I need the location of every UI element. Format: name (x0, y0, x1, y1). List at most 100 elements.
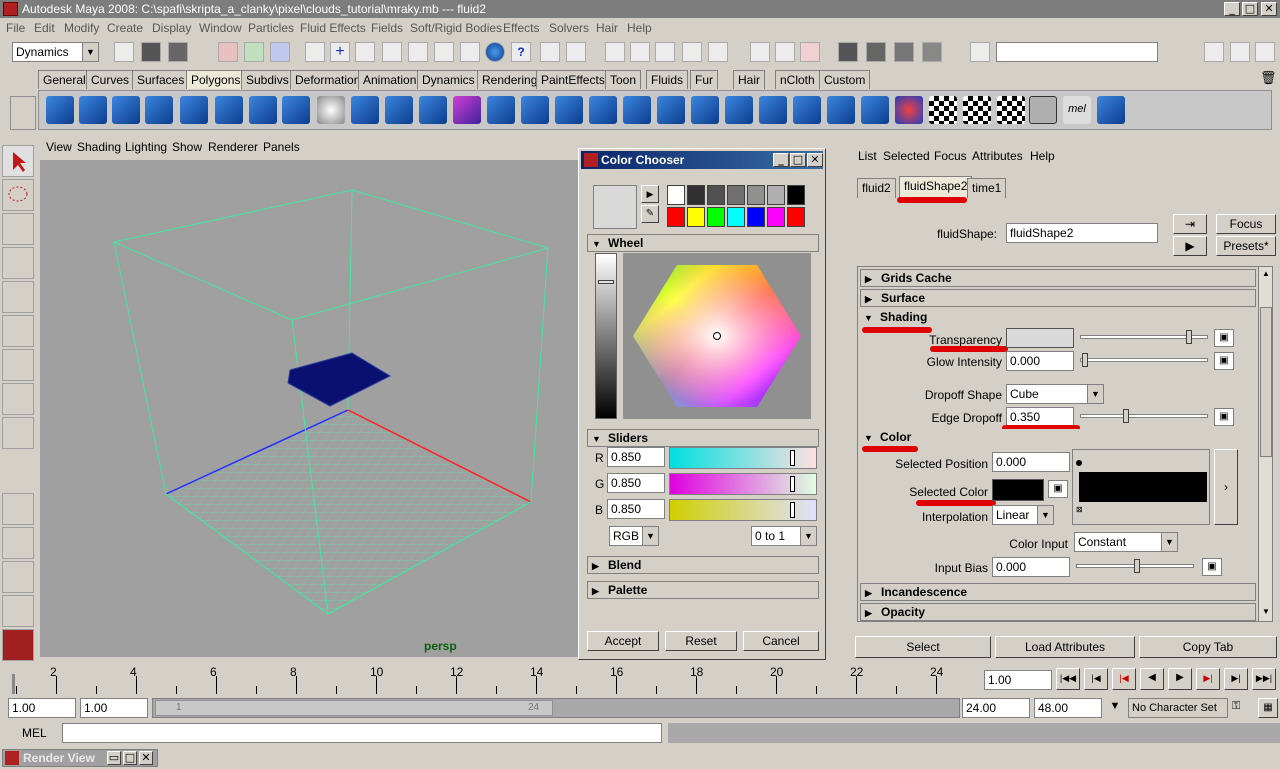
ipr-render-icon[interactable] (866, 42, 886, 62)
current-time-marker[interactable] (12, 674, 15, 694)
snap-grid-icon[interactable] (605, 42, 625, 62)
ae-menu-focus[interactable]: Focus (934, 149, 967, 163)
select-curves-icon[interactable] (408, 42, 428, 62)
g-value-field[interactable]: 0.850 (607, 473, 665, 493)
r-slider[interactable] (669, 447, 817, 469)
mirror-icon[interactable] (827, 96, 855, 124)
palette-swatch[interactable] (787, 207, 805, 227)
open-scene-icon[interactable] (141, 42, 161, 62)
mel-label[interactable]: MEL (22, 726, 47, 740)
select-hierarchy-icon[interactable] (218, 42, 238, 62)
color-chooser-titlebar[interactable]: Color Chooser _ □ ✕ (581, 151, 823, 169)
wedge-icon[interactable] (725, 96, 753, 124)
show-hide-channelbox-icon[interactable] (1255, 42, 1275, 62)
poly-prism-icon[interactable] (249, 96, 277, 124)
shelf-tab-rendering[interactable]: Rendering (477, 70, 543, 89)
range-dropdown[interactable]: 0 to 1 ▼ (751, 526, 817, 546)
range-slider-track[interactable]: 1 24 (152, 698, 960, 718)
step-back-frame-icon[interactable]: |◀ (1112, 668, 1136, 690)
show-hide-toolsettings-icon[interactable] (1230, 42, 1250, 62)
boolean-icon[interactable] (453, 96, 481, 124)
palette-swatch[interactable] (767, 185, 785, 205)
shelf-tab-animation[interactable]: Animation (358, 70, 422, 89)
palette-swatch[interactable] (747, 185, 765, 205)
vp-menu-panels[interactable]: Panels (263, 140, 300, 154)
ae-menu-selected[interactable]: Selected (883, 149, 930, 163)
four-pane-layout-icon[interactable] (2, 527, 34, 559)
mask-icon[interactable] (305, 42, 325, 62)
input-ops-icon[interactable] (750, 42, 770, 62)
r-slider-thumb[interactable] (790, 450, 795, 466)
select-joints-icon[interactable] (382, 42, 402, 62)
command-input[interactable] (62, 723, 662, 743)
menu-fields[interactable]: Fields (371, 21, 403, 35)
step-back-key-icon[interactable]: |◀ (1084, 668, 1108, 690)
palette-swatch[interactable] (787, 185, 805, 205)
accept-button[interactable]: Accept (587, 631, 659, 651)
output-ops-icon[interactable] (775, 42, 795, 62)
select-all-icon[interactable]: + (330, 42, 350, 62)
menu-solvers[interactable]: Solvers (549, 21, 589, 35)
input-bias-field[interactable]: 0.000 (992, 557, 1070, 577)
animation-end-field[interactable]: 48.00 (1034, 698, 1102, 718)
incandescence-section[interactable]: ▶ Incandescence (860, 583, 1256, 601)
render-globals-icon[interactable] (922, 42, 942, 62)
dropoff-shape-dropdown[interactable]: Cube ▼ (1006, 384, 1104, 404)
map-button-icon[interactable]: ▣ (1214, 408, 1234, 426)
selected-position-field[interactable]: 0.000 (992, 452, 1070, 472)
color-input-dropdown[interactable]: Constant ▼ (1074, 532, 1178, 552)
perspective-viewport[interactable]: persp (40, 160, 578, 657)
grids-cache-section[interactable]: ▶ Grids Cache (860, 269, 1256, 287)
uv-editor-icon[interactable] (929, 96, 957, 124)
shading-section[interactable]: ▼ Shading (860, 309, 1256, 327)
play-backward-icon[interactable]: ◀ (1140, 668, 1164, 690)
transparency-slider-thumb[interactable] (1186, 330, 1192, 344)
move-tool-icon[interactable] (2, 247, 34, 279)
ae-menu-list[interactable]: List (858, 149, 877, 163)
vp-menu-show[interactable]: Show (172, 140, 202, 154)
palette-swatch[interactable] (727, 185, 745, 205)
snap-curve-icon[interactable] (630, 42, 650, 62)
shelf-tab-general[interactable]: General (38, 70, 91, 89)
play-arrow-icon[interactable]: ▶ (641, 185, 659, 203)
lasso-tool-icon[interactable] (2, 179, 34, 211)
menu-create[interactable]: Create (107, 21, 143, 35)
shelf-tab-hair[interactable]: Hair (733, 70, 766, 89)
shelf-tab-subdivs[interactable]: Subdivs (241, 70, 294, 89)
extrude-icon[interactable] (487, 96, 515, 124)
time-slider[interactable]: 2 4 6 8 10 12 14 16 18 20 22 24 1.00 |◀◀ |◀ |◀ ◀ ▶ … (0, 664, 1280, 696)
shelf-tab-custom[interactable]: Custom (819, 70, 871, 89)
select-tool-icon[interactable] (2, 145, 34, 177)
copy-tab-button[interactable]: Copy Tab (1139, 636, 1277, 658)
glow-intensity-field[interactable]: 0.000 (1006, 351, 1074, 371)
insert-edge-icon[interactable] (623, 96, 651, 124)
color-section[interactable]: ▼ Color (860, 429, 1256, 447)
custom-tool-icon[interactable] (1097, 96, 1125, 124)
b-slider[interactable] (669, 499, 817, 521)
scroll-up-icon[interactable]: ▲ (1260, 267, 1272, 281)
render-frame-icon[interactable] (838, 42, 858, 62)
shelf-tab-dynamics[interactable]: Dynamics (417, 70, 480, 89)
poke-icon[interactable] (759, 96, 787, 124)
select-object-icon[interactable] (244, 42, 264, 62)
menu-edit[interactable]: Edit (34, 21, 55, 35)
poly-cube-icon[interactable] (79, 96, 107, 124)
ae-tab-fluidshape2[interactable]: fluidShape2 (899, 176, 973, 198)
trash-icon[interactable]: 🗑 (1260, 70, 1277, 88)
menu-file[interactable]: File (6, 21, 25, 35)
ae-menu-attributes[interactable]: Attributes (972, 149, 1023, 163)
combine-icon[interactable] (351, 96, 379, 124)
cc-minimize-button[interactable]: _ (773, 153, 789, 167)
ramp-handle[interactable] (1076, 460, 1082, 466)
step-forward-key-icon[interactable]: ▶| (1224, 668, 1248, 690)
animation-prefs-icon[interactable]: ▦ (1258, 698, 1278, 718)
go-to-start-icon[interactable]: |◀◀ (1056, 668, 1080, 690)
render-view-minimized[interactable]: Render View ▭ □ ✕ (2, 749, 158, 767)
show-hide-ae-icon[interactable] (1204, 42, 1224, 62)
menu-display[interactable]: Display (152, 21, 191, 35)
palette-swatch[interactable] (767, 207, 785, 227)
separate-icon[interactable] (385, 96, 413, 124)
shelf-tab-curves[interactable]: Curves (86, 70, 135, 89)
palette-swatch[interactable] (707, 207, 725, 227)
planar-map-icon[interactable] (861, 96, 889, 124)
